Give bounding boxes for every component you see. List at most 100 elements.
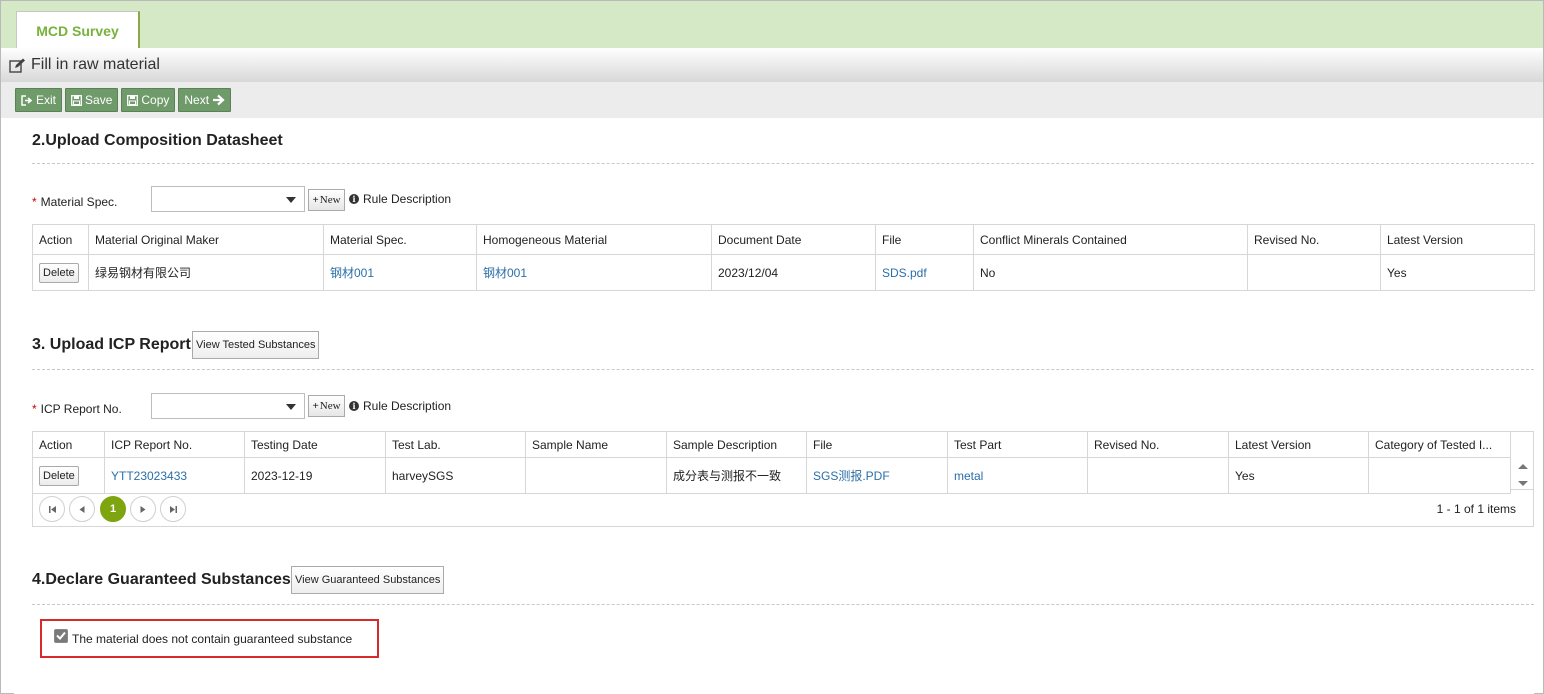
icp-report-no-link[interactable]: YTT23023433 — [111, 469, 187, 483]
section-title-upload-composition: 2.Upload Composition Datasheet — [32, 132, 283, 149]
file-link[interactable]: SGS测报.PDF — [813, 469, 890, 483]
main-content: 2.Upload Composition Datasheet * Material… — [14, 118, 1535, 694]
plus-icon: + — [312, 194, 319, 206]
delete-button[interactable]: Delete — [39, 262, 79, 283]
no-guaranteed-substance-checkbox[interactable] — [54, 628, 68, 643]
first-page-icon — [48, 505, 56, 513]
save-label: Save — [85, 93, 113, 107]
exit-label: Exit — [36, 93, 57, 107]
checkmark-icon — [56, 631, 66, 640]
column-header: Homogeneous Material — [476, 224, 712, 255]
column-header: Test Part — [947, 431, 1088, 458]
column-header: Sample Description — [666, 431, 807, 458]
scroll-down-icon[interactable] — [1518, 481, 1528, 486]
scroll-up-icon[interactable] — [1518, 464, 1528, 469]
column-header: File — [806, 431, 948, 458]
icp-report-no-select[interactable] — [151, 393, 305, 419]
column-header: Testing Date — [244, 431, 386, 458]
pagination-bar: 1 1 - 1 of 1 items — [32, 490, 1534, 527]
tab-mcd-survey[interactable]: MCD Survey — [16, 11, 140, 50]
next-label: Next — [184, 93, 210, 107]
exit-button[interactable]: Exit — [15, 88, 63, 112]
table-header-row: Action ICP Report No. Testing Date Test … — [32, 431, 1511, 458]
section-title-declare-guaranteed: 4.Declare Guaranteed Substances — [32, 571, 291, 588]
cell-maker: 绿易钢材有限公司 — [88, 254, 324, 291]
delete-button[interactable]: Delete — [39, 465, 79, 486]
new-icp-report-button[interactable]: + New — [308, 395, 345, 417]
cell-sample-name — [525, 457, 667, 494]
column-header: Material Original Maker — [88, 224, 324, 255]
cell-revised-no — [1087, 457, 1229, 494]
cell-latest-version: Yes — [1380, 254, 1535, 291]
save-button[interactable]: Save — [65, 88, 119, 112]
last-page-button[interactable] — [160, 496, 186, 522]
info-icon: i — [349, 194, 359, 204]
last-page-icon — [169, 505, 177, 513]
material-spec-label: * Material Spec. — [32, 195, 118, 209]
next-page-icon — [140, 505, 146, 513]
column-header: Revised No. — [1247, 224, 1381, 255]
cell-document-date: 2023/12/04 — [711, 254, 876, 291]
section-divider — [32, 604, 1534, 605]
table-row: Delete YTT23023433 2023-12-19 harveySGS … — [32, 457, 1511, 494]
column-header: Action — [32, 224, 89, 255]
floppy-icon — [127, 94, 139, 106]
cell-testing-date: 2023-12-19 — [244, 457, 386, 494]
floppy-icon — [71, 94, 82, 106]
table-header-row: Action Material Original Maker Material … — [32, 224, 1535, 255]
checkbox-label: The material does not contain guaranteed… — [72, 631, 353, 646]
next-button[interactable]: Next — [178, 88, 232, 112]
tab-bar: MCD Survey — [1, 1, 1543, 50]
cell-category — [1368, 457, 1511, 494]
cell-sample-description: 成分表与测报不一致 — [666, 457, 807, 494]
table-scrollbar[interactable] — [1516, 461, 1530, 489]
toolbar: Exit Save Copy Next — [1, 82, 1543, 118]
chevron-down-icon — [286, 404, 296, 410]
edit-icon — [9, 58, 25, 73]
page-number-button[interactable]: 1 — [100, 496, 126, 522]
new-material-spec-button[interactable]: + New — [308, 189, 345, 211]
homogeneous-material-link[interactable]: 钢材001 — [483, 266, 527, 280]
column-header: ICP Report No. — [104, 431, 245, 458]
column-header: Action — [32, 431, 105, 458]
chevron-down-icon — [286, 197, 296, 203]
material-spec-link[interactable]: 钢材001 — [330, 266, 374, 280]
guaranteed-substance-declaration: The material does not contain guaranteed… — [40, 619, 379, 658]
info-icon: i — [349, 401, 359, 411]
column-header: Test Lab. — [385, 431, 526, 458]
file-link[interactable]: SDS.pdf — [882, 266, 927, 280]
rule-description-link[interactable]: i Rule Description — [349, 192, 451, 206]
next-page-button[interactable] — [130, 496, 156, 522]
table-row: Delete 绿易钢材有限公司 钢材001 钢材001 2023/12/04 S… — [32, 254, 1535, 291]
test-part-link[interactable]: metal — [954, 469, 983, 483]
section-title-upload-icp: 3. Upload ICP Report — [32, 336, 191, 353]
rule-description-link[interactable]: i Rule Description — [349, 399, 451, 413]
section-divider — [32, 369, 1534, 370]
sign-out-icon — [21, 94, 33, 106]
cell-conflict-minerals: No — [973, 254, 1248, 291]
view-tested-substances-button[interactable]: View Tested Substances — [192, 331, 320, 359]
column-header: Material Spec. — [323, 224, 477, 255]
column-header: Document Date — [711, 224, 876, 255]
first-page-button[interactable] — [39, 496, 65, 522]
prev-page-button[interactable] — [69, 496, 95, 522]
plus-icon: + — [312, 400, 319, 412]
page-title: Fill in raw material — [31, 56, 160, 73]
column-header: Conflict Minerals Contained — [973, 224, 1248, 255]
column-header: Revised No. — [1087, 431, 1229, 458]
column-header: Latest Version — [1228, 431, 1369, 458]
prev-page-icon — [79, 505, 85, 513]
icp-report-no-label: * ICP Report No. — [32, 402, 122, 416]
cell-test-lab: harveySGS — [385, 457, 526, 494]
cell-latest-version: Yes — [1228, 457, 1369, 494]
view-guaranteed-substances-button[interactable]: View Guaranteed Substances — [291, 566, 445, 594]
page-title-bar: Fill in raw material — [1, 48, 1543, 82]
column-header: Latest Version — [1380, 224, 1535, 255]
pager-info: 1 - 1 of 1 items — [1436, 502, 1516, 516]
column-header: File — [875, 224, 974, 255]
copy-button[interactable]: Copy — [121, 88, 176, 112]
material-spec-select[interactable] — [151, 186, 305, 212]
section-divider — [32, 163, 1534, 164]
column-header: Category of Tested I... — [1368, 431, 1511, 458]
composition-table: Action Material Original Maker Material … — [32, 224, 1535, 291]
